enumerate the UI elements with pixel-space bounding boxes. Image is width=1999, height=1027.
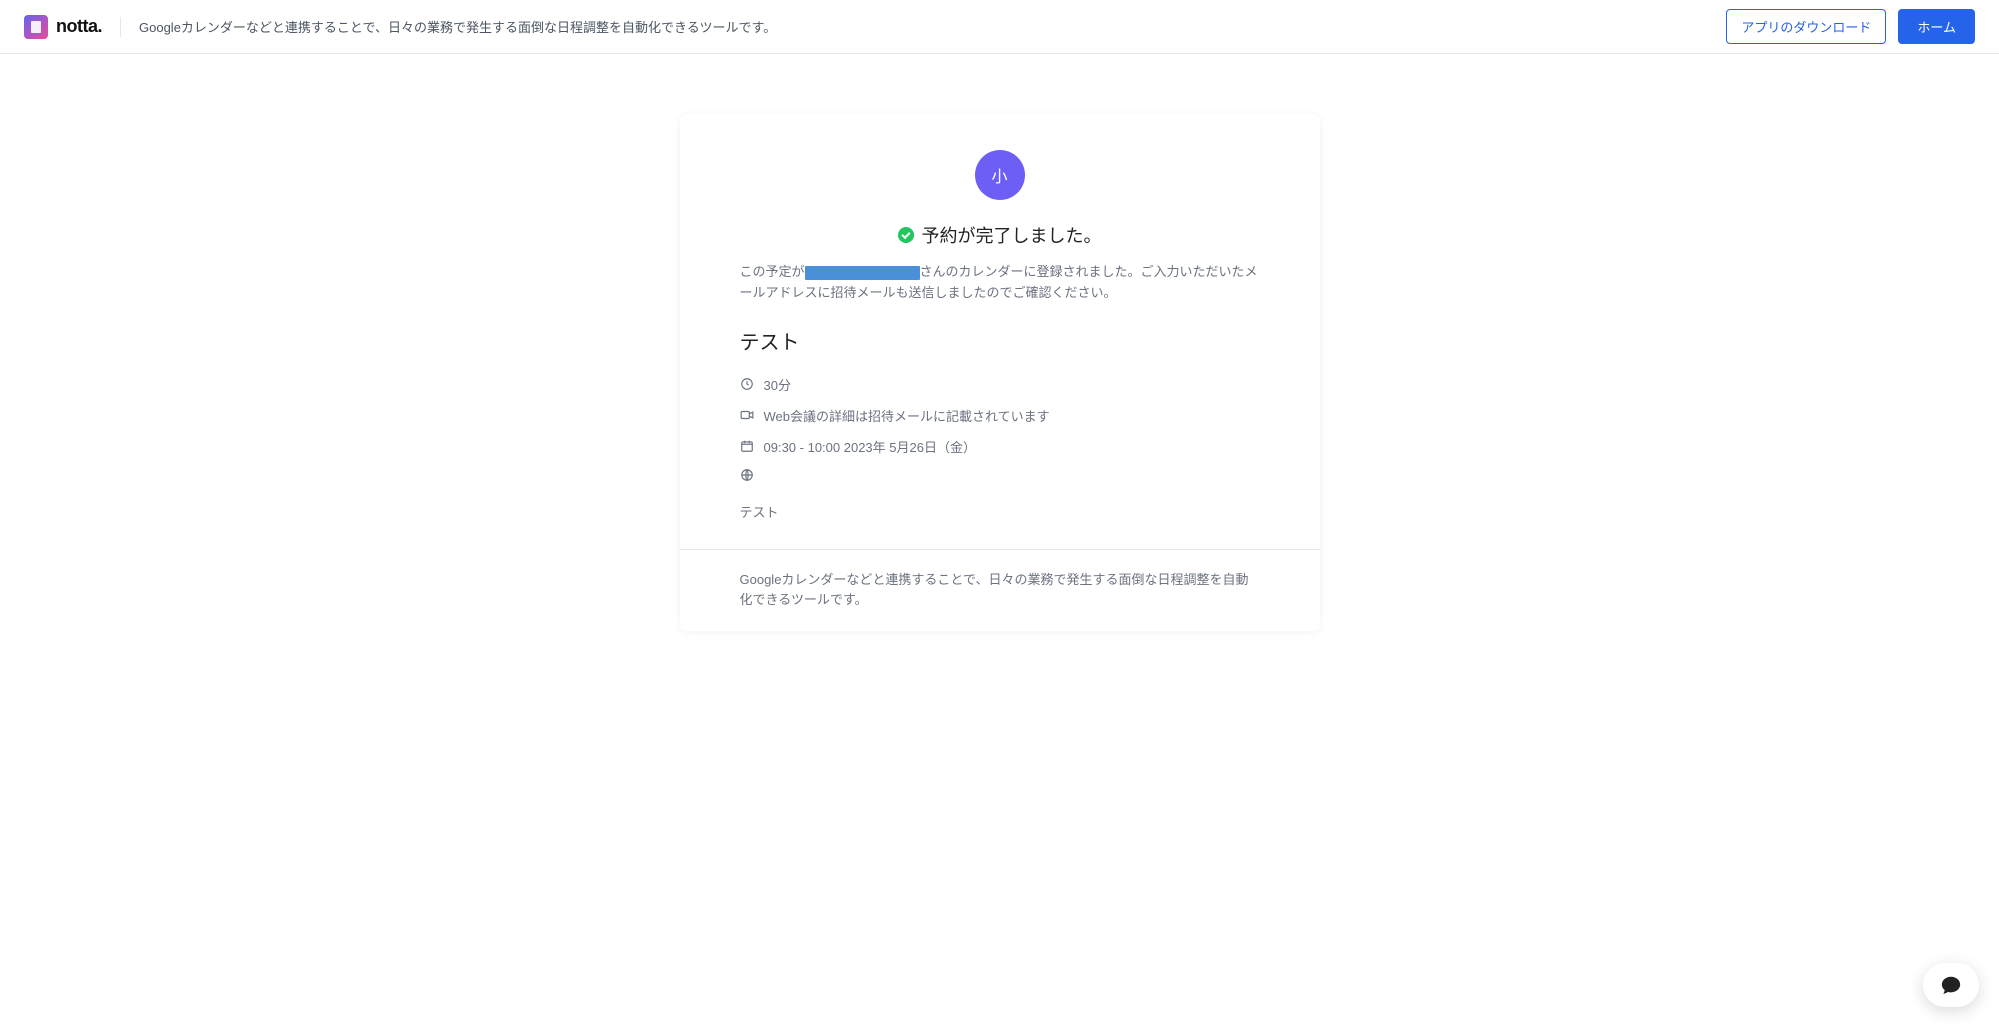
datetime-row: 09:30 - 10:00 2023年 5月26日（金） — [740, 437, 1260, 456]
chat-icon — [1939, 974, 1963, 996]
redacted-name — [805, 266, 920, 280]
note-text: テスト — [740, 502, 1260, 521]
header: notta. Googleカレンダーなどと連携することで、日々の業務で発生する面… — [0, 0, 1999, 54]
datetime-value: 09:30 - 10:00 2023年 5月26日（金） — [764, 437, 976, 456]
card-footer: Googleカレンダーなどと連携することで、日々の業務で発生する面倒な日程調整を… — [680, 549, 1320, 632]
header-left: notta. Googleカレンダーなどと連携することで、日々の業務で発生する面… — [24, 15, 776, 39]
download-app-button[interactable]: アプリのダウンロード — [1726, 9, 1886, 44]
calendar-icon — [740, 439, 754, 453]
logo-text: notta. — [56, 16, 102, 37]
logo-icon — [24, 15, 48, 39]
meeting-row: Web会議の詳細は招待メールに記載されています — [740, 406, 1260, 425]
video-icon — [740, 408, 754, 422]
confirmation-card: 小 予約が完了しました。 この予定がさんのカレンダーに登録されました。ご入力いた… — [680, 114, 1320, 631]
main-content: 小 予約が完了しました。 この予定がさんのカレンダーに登録されました。ご入力いた… — [0, 54, 1999, 631]
event-title: テスト — [740, 326, 1260, 355]
avatar-initial: 小 — [991, 163, 1007, 187]
home-button[interactable]: ホーム — [1898, 9, 1975, 44]
header-description: Googleカレンダーなどと連携することで、日々の業務で発生する面倒な日程調整を… — [139, 17, 776, 36]
footer-text: Googleカレンダーなどと連携することで、日々の業務で発生する面倒な日程調整を… — [740, 572, 1249, 608]
chat-widget-button[interactable] — [1923, 963, 1979, 1007]
success-title: 予約が完了しました。 — [922, 222, 1102, 248]
avatar: 小 — [975, 150, 1025, 200]
globe-row — [740, 468, 1260, 482]
check-circle-icon — [898, 227, 914, 243]
clock-icon — [740, 377, 754, 391]
duration-value: 30分 — [764, 375, 791, 394]
confirmation-text: この予定がさんのカレンダーに登録されました。ご入力いただいたメールアドレスに招待… — [740, 262, 1260, 304]
success-row: 予約が完了しました。 — [740, 222, 1260, 248]
confirm-prefix: この予定が — [740, 264, 805, 279]
header-divider — [120, 17, 121, 37]
globe-icon — [740, 468, 754, 482]
card-body: 小 予約が完了しました。 この予定がさんのカレンダーに登録されました。ご入力いた… — [680, 114, 1320, 549]
meeting-info: Web会議の詳細は招待メールに記載されています — [764, 406, 1050, 425]
logo[interactable]: notta. — [24, 15, 102, 39]
duration-row: 30分 — [740, 375, 1260, 394]
header-actions: アプリのダウンロード ホーム — [1726, 9, 1975, 44]
